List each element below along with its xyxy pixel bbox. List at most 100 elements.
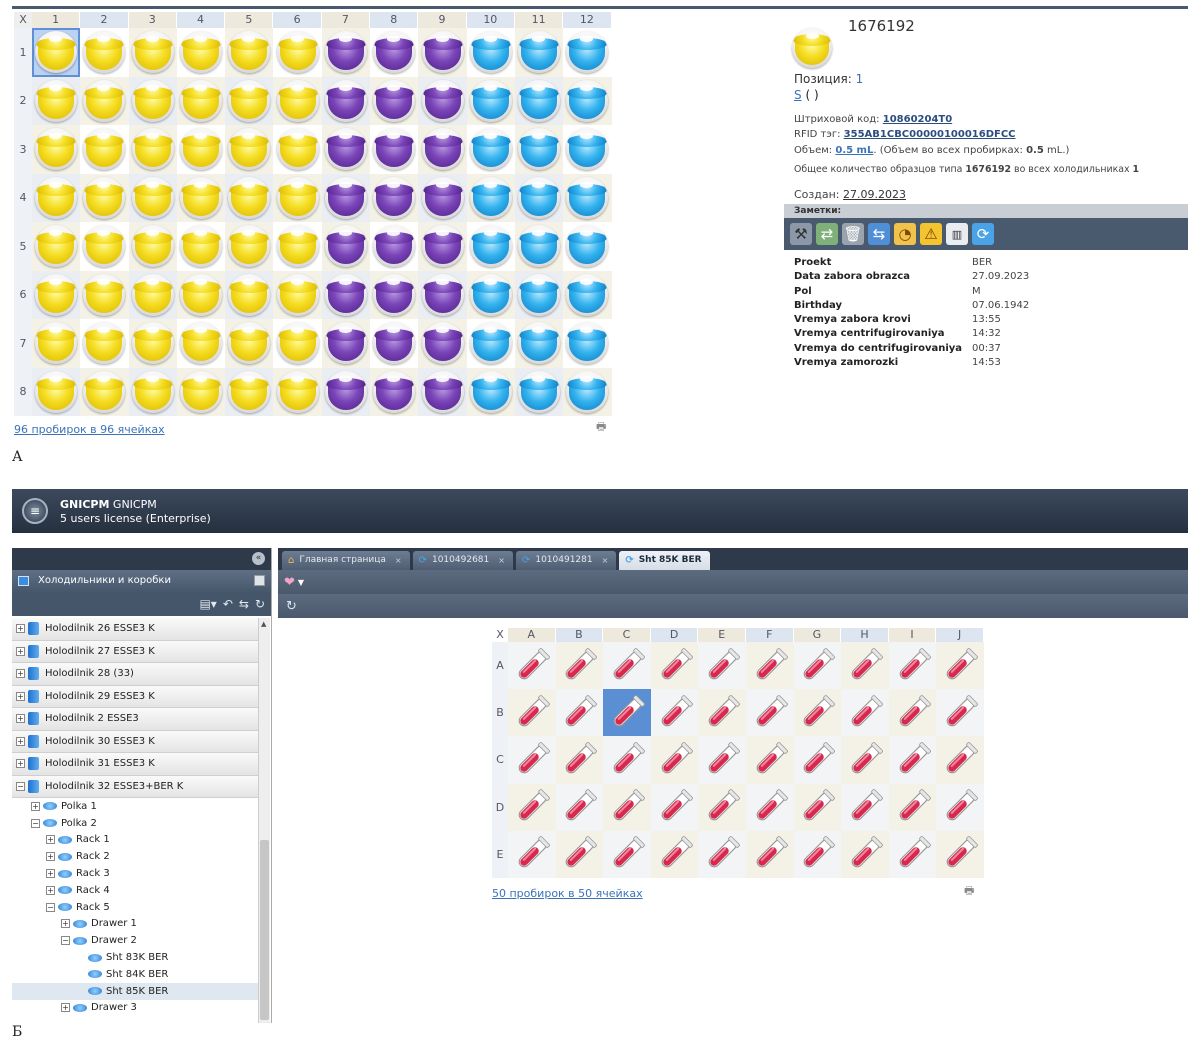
grid-cell[interactable] xyxy=(563,270,612,319)
grid-cell[interactable] xyxy=(273,173,322,222)
expand-toggle-icon[interactable]: + xyxy=(16,646,25,656)
sample-tube-icon[interactable] xyxy=(324,370,367,413)
test-tube-icon[interactable] xyxy=(893,740,933,780)
sample-tube-icon[interactable] xyxy=(276,370,319,413)
test-tube-icon[interactable] xyxy=(940,787,980,827)
grid-cell[interactable] xyxy=(841,830,889,878)
sample-tube-icon[interactable] xyxy=(276,225,319,268)
grid-cell[interactable] xyxy=(936,642,984,690)
grid-cell[interactable] xyxy=(563,222,611,271)
grid-cell[interactable] xyxy=(936,783,984,831)
tree-node[interactable]: Sht 83K BER xyxy=(12,949,258,966)
fridge-node[interactable]: + Holodilnik 2 ESSE3 xyxy=(12,708,258,731)
collapse-icon[interactable]: « xyxy=(252,552,265,565)
sample-tube-icon[interactable] xyxy=(276,79,319,122)
sample-tube-icon[interactable] xyxy=(421,31,464,74)
tree-node[interactable]: + Rack 3 xyxy=(12,865,258,882)
sample-tube-icon[interactable] xyxy=(83,31,126,74)
sample-tube-icon[interactable] xyxy=(228,79,271,122)
grid-cell[interactable] xyxy=(841,642,889,690)
sample-tube-icon[interactable] xyxy=(469,322,512,365)
grid-cell[interactable] xyxy=(32,367,81,416)
grid-cell[interactable] xyxy=(793,830,842,878)
sample-tube-icon[interactable] xyxy=(35,31,78,74)
grid-cell[interactable] xyxy=(793,689,842,737)
test-tube-icon[interactable] xyxy=(845,834,885,874)
tree-node[interactable]: Sht 84K BER xyxy=(12,966,258,983)
grid-cell[interactable] xyxy=(80,125,128,174)
grid-cell[interactable] xyxy=(80,367,129,416)
sample-tube-icon[interactable] xyxy=(35,225,78,268)
sample-tube-icon[interactable] xyxy=(566,176,609,219)
expand-toggle-icon[interactable]: + xyxy=(46,852,55,862)
grid-cell[interactable] xyxy=(418,270,467,319)
grid-cell[interactable] xyxy=(508,642,556,690)
app-logo-icon[interactable]: ≡ xyxy=(22,498,48,524)
sample-tube-icon[interactable] xyxy=(469,128,512,171)
sample-tube-icon[interactable] xyxy=(131,370,174,413)
grid-cell[interactable] xyxy=(841,783,889,831)
tab-1[interactable]: ⟳ 1010492681 × xyxy=(412,551,513,570)
grid-cell[interactable] xyxy=(370,270,419,319)
grid-cell[interactable] xyxy=(128,367,177,416)
grid-cell[interactable] xyxy=(603,830,651,878)
sample-tube-icon[interactable] xyxy=(180,322,223,365)
grid-cell[interactable] xyxy=(32,319,81,368)
grid-cell[interactable] xyxy=(128,28,177,77)
s-link[interactable]: S xyxy=(794,88,802,102)
test-tube-icon[interactable] xyxy=(512,787,552,827)
tree-node[interactable]: + Polka 1 xyxy=(12,798,258,815)
grid-cell[interactable] xyxy=(32,125,81,174)
sample-tube-icon[interactable] xyxy=(373,273,416,316)
grid-cell[interactable] xyxy=(80,28,128,77)
fridge-node[interactable]: + Holodilnik 29 ESSE3 K xyxy=(12,685,258,708)
grid-cell[interactable] xyxy=(514,319,564,368)
sample-tube-icon[interactable] xyxy=(421,273,464,316)
sample-tube-icon[interactable] xyxy=(373,176,416,219)
test-tube-icon[interactable] xyxy=(750,693,790,733)
refresh-box-icon[interactable]: ↻ xyxy=(286,599,297,614)
grid-cell[interactable] xyxy=(128,270,177,319)
test-tube-icon[interactable] xyxy=(559,834,599,874)
grid-cell[interactable] xyxy=(514,367,564,416)
grid-cell[interactable] xyxy=(467,319,515,368)
grid-cell[interactable] xyxy=(418,125,467,174)
grid-cell[interactable] xyxy=(80,76,129,125)
grid-cell[interactable] xyxy=(555,736,604,784)
sample-tube-icon[interactable] xyxy=(131,176,174,219)
test-tube-icon[interactable] xyxy=(607,740,647,780)
sample-tube-icon[interactable] xyxy=(373,128,416,171)
expand-toggle-icon[interactable]: + xyxy=(16,691,25,701)
sample-tube-icon[interactable] xyxy=(518,225,561,268)
sample-tube-icon[interactable] xyxy=(83,79,126,122)
grid-cell[interactable] xyxy=(936,689,984,737)
grid-cell[interactable] xyxy=(370,76,419,125)
tree-scrollbar[interactable]: ▲ xyxy=(258,618,270,1023)
expand-toggle-icon[interactable]: − xyxy=(61,936,70,946)
test-tube-icon[interactable] xyxy=(797,693,837,733)
back-icon[interactable]: ↶ xyxy=(223,597,233,611)
sample-tube-icon[interactable] xyxy=(131,273,174,316)
tree-node[interactable]: + Drawer 3 xyxy=(12,1000,258,1017)
barcode-value[interactable]: 10860204T0 xyxy=(883,114,952,125)
grid-cell[interactable] xyxy=(698,783,746,831)
test-tube-icon[interactable] xyxy=(940,693,980,733)
test-tube-icon[interactable] xyxy=(655,646,695,686)
sample-tube-icon[interactable] xyxy=(518,322,561,365)
tree-node[interactable]: + Rack 2 xyxy=(12,848,258,865)
tree-node[interactable]: + Rack 4 xyxy=(12,882,258,899)
sample-tube-icon[interactable] xyxy=(83,225,126,268)
sample-tube-icon[interactable] xyxy=(276,176,319,219)
test-tube-icon[interactable] xyxy=(940,740,980,780)
grid-cell[interactable] xyxy=(466,76,515,125)
grid-cell[interactable] xyxy=(888,642,937,690)
grid-cell[interactable] xyxy=(32,76,81,125)
barcode-icon[interactable]: ▥ xyxy=(946,223,968,245)
trash-icon[interactable]: 🗑 xyxy=(842,223,864,245)
test-tube-icon[interactable] xyxy=(797,834,837,874)
sample-tube-icon[interactable] xyxy=(228,322,271,365)
grid-cell[interactable] xyxy=(555,689,604,737)
expand-toggle-icon[interactable]: + xyxy=(31,801,40,811)
sample-tube-icon[interactable] xyxy=(228,176,271,219)
tab-2[interactable]: ⟳ 1010491281 × xyxy=(515,551,617,570)
